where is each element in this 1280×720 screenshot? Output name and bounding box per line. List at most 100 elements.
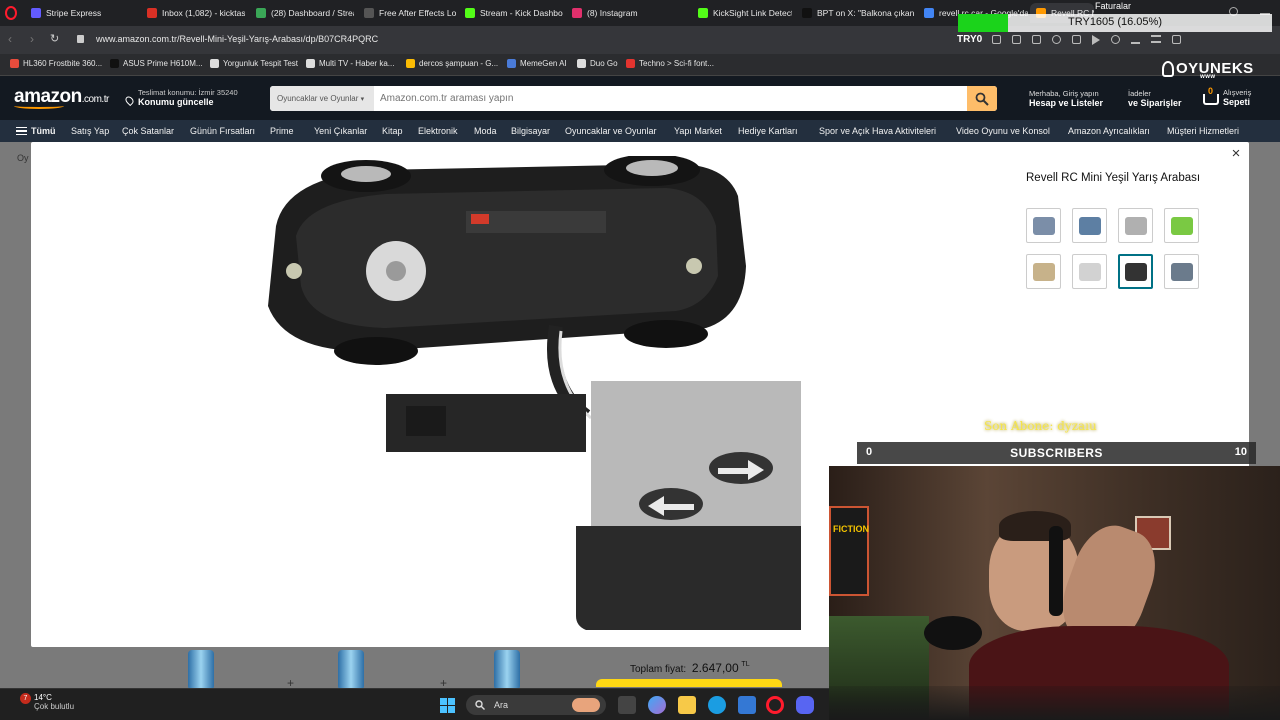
menu-icon[interactable] [1151, 35, 1161, 43]
play-icon[interactable] [1092, 35, 1100, 45]
tab-label: Free After Effects Lower [379, 8, 456, 18]
product-main-image [268, 156, 801, 630]
copilot-icon[interactable] [648, 696, 666, 714]
subnav-item[interactable]: Elektronik [418, 126, 458, 136]
close-modal-button[interactable]: × [1228, 146, 1244, 162]
thumb-green-car[interactable] [1164, 208, 1199, 243]
search-input[interactable] [380, 86, 960, 111]
subnav-item[interactable]: Bilgisayar [511, 126, 550, 136]
subnav-item[interactable]: Tümü [31, 126, 56, 136]
bookmark-item[interactable]: ASUS Prime H610M... [110, 59, 203, 68]
toolbar-icons [992, 35, 1181, 45]
thumb-car-and-remote[interactable] [1118, 208, 1153, 243]
bookmark-item[interactable]: HL360 Frostbite 360... [10, 59, 102, 68]
windows-start-icon[interactable] [440, 698, 455, 713]
subnav-item[interactable]: Günün Fırsatları [190, 126, 255, 136]
thumb-box-back[interactable] [1072, 254, 1107, 289]
orders-link[interactable]: İadeler ve Siparişler [1128, 89, 1182, 108]
browser-tab[interactable]: (8) Instagram [566, 3, 676, 23]
browser-tab[interactable]: Inbox (1,082) - kicktaskin [141, 3, 245, 23]
tab-label: Stream - Kick Dashboard [480, 8, 563, 18]
browser-tab[interactable]: Stripe Express [25, 3, 137, 23]
subnav-item[interactable]: Müşteri Hizmetleri [1167, 126, 1239, 136]
subnav-item[interactable]: Hediye Kartları [738, 126, 798, 136]
faturalar-label: Faturalar [1095, 1, 1132, 11]
location-pin-icon [123, 94, 136, 107]
delivery-line2: Konumu güncelle [138, 97, 214, 107]
subnav-item[interactable]: Spor ve Açık Hava Aktiviteleri [819, 126, 936, 136]
thumb-package-front[interactable] [1026, 208, 1061, 243]
bookmark-item[interactable]: MemeGen AI [507, 59, 567, 68]
thumbnail-image [1124, 262, 1147, 281]
extension-badge[interactable]: TRY0 [957, 34, 982, 45]
subnav-item[interactable]: Satış Yap [71, 126, 109, 136]
browser-tab[interactable]: (28) Dashboard / Stream [250, 3, 354, 23]
folder-icon[interactable] [678, 696, 696, 714]
subnav-item[interactable]: Yapı Market [674, 126, 722, 136]
weather-temp: 14°C [34, 693, 52, 702]
edge-icon[interactable] [708, 696, 726, 714]
download-icon[interactable] [1131, 35, 1140, 44]
lock-icon[interactable] [77, 35, 84, 43]
amazon-logo[interactable]: amazon.com.tr [14, 86, 109, 109]
tab-label: KickSight Link Detector [713, 8, 792, 18]
subnav-item[interactable]: Video Oyunu ve Konsol [956, 126, 1050, 136]
bookmark-item[interactable]: Multi TV - Haber ka... [306, 59, 394, 68]
reload-icon[interactable]: ↻ [50, 32, 59, 45]
tab-label: Inbox (1,082) - kicktaskin [162, 8, 245, 18]
subnav-item[interactable]: Çok Satanlar [122, 126, 174, 136]
subnav-item[interactable]: Yeni Çıkanlar [314, 126, 367, 136]
account-line2: Hesap ve Listeler [1029, 98, 1104, 108]
tab-favicon-icon [256, 8, 266, 18]
thumb-car-side[interactable] [1026, 254, 1061, 289]
camera-icon[interactable] [1032, 35, 1041, 44]
store-icon[interactable] [738, 696, 756, 714]
search-icon [475, 700, 485, 710]
thumb-car-underside[interactable] [1118, 254, 1153, 289]
opera-menu-icon[interactable] [5, 6, 17, 20]
tab-favicon-icon [802, 8, 812, 18]
subnav-item[interactable]: Moda [474, 126, 497, 136]
chevron-down-icon: ▾ [360, 96, 365, 103]
hamburger-icon[interactable] [16, 127, 27, 135]
search-button[interactable] [967, 86, 997, 111]
add-all-to-cart-button[interactable] [596, 679, 782, 687]
subnav-item[interactable]: Oyuncaklar ve Oyunlar [565, 126, 657, 136]
url-text[interactable]: www.amazon.com.tr/Revell-Mini-Yeşil-Yarı… [96, 34, 378, 44]
heart-icon[interactable] [1111, 35, 1120, 44]
delivery-location[interactable]: Teslimat konumu: İzmir 35240 Konumu günc… [123, 88, 238, 107]
extension-icon[interactable] [1172, 35, 1181, 44]
subnav-item[interactable]: Amazon Ayrıcalıkları [1068, 126, 1150, 136]
bookmark-item[interactable]: Yorgunluk Tespit Test [210, 59, 298, 68]
bookmark-item[interactable]: Techno > Sci-fi font... [626, 59, 714, 68]
subnav-item[interactable]: Prime [270, 126, 294, 136]
subnav-item[interactable]: Kitap [382, 126, 403, 136]
weather-widget[interactable]: 7 14°C Çok bulutlu [18, 693, 74, 711]
discord-icon[interactable] [796, 696, 814, 714]
toolbar-icon[interactable] [1072, 35, 1081, 44]
browser-tab[interactable]: Free After Effects Lower [358, 3, 456, 23]
account-menu[interactable]: Merhaba, Giriş yapın Hesap ve Listeler [1029, 89, 1103, 108]
opera-icon[interactable] [766, 696, 784, 714]
search-category-select[interactable]: Oyuncaklar ve Oyunlar ▾ [270, 86, 374, 111]
browser-tab[interactable]: BPT on X: "Balkona çıkan [796, 3, 914, 23]
bookmark-item[interactable]: dercos şampuan - G... [406, 59, 498, 68]
amazon-logo-domain: .com.tr [81, 94, 110, 105]
browser-tab[interactable]: KickSight Link Detector [692, 3, 792, 23]
thumb-box-info[interactable] [1164, 254, 1199, 289]
back-icon[interactable]: ‹ [8, 32, 12, 46]
toolbar-icon[interactable] [1012, 35, 1021, 44]
weather-desc: Çok bulutlu [34, 702, 75, 711]
thumb-can-package[interactable] [1072, 208, 1107, 243]
total-label: Toplam fiyat: [630, 664, 687, 675]
file-explorer-icon[interactable] [618, 696, 636, 714]
forward-icon[interactable]: › [30, 32, 34, 46]
bookmark-item[interactable]: Duo Go [577, 59, 618, 68]
taskbar-search[interactable]: Ara [466, 695, 606, 715]
toolbar-icon[interactable] [992, 35, 1001, 44]
bookmark-label: Multi TV - Haber ka... [319, 59, 395, 68]
cart-button[interactable]: 0 Alışveriş Sepeti [1203, 86, 1251, 107]
vpn-icon[interactable] [1052, 35, 1061, 44]
browser-tab[interactable]: Stream - Kick Dashboard [459, 3, 563, 23]
tab-favicon-icon [924, 8, 934, 18]
